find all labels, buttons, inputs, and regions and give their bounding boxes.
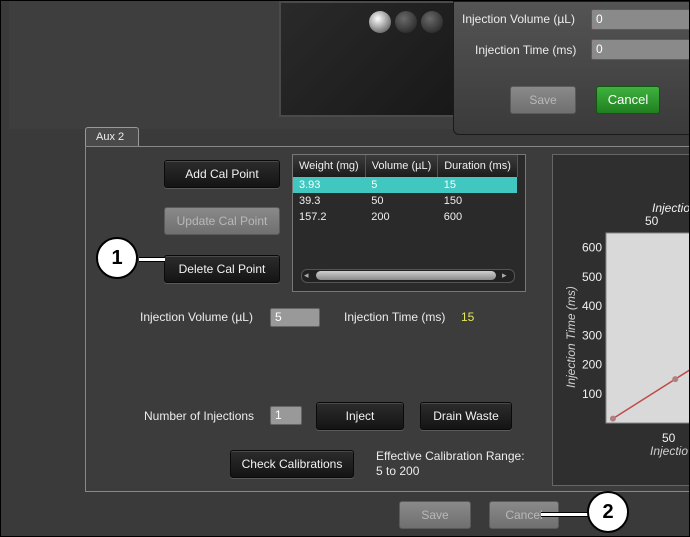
calibration-chart-panel: Injectio 50 Injection Time (ms) 50 Injec… (552, 154, 690, 486)
table-cell: 150 (443, 195, 463, 207)
chart-data-point (672, 376, 679, 383)
table-cell: 3.93 (293, 177, 366, 193)
calibration-range-value: 5 to 200 (376, 464, 420, 478)
table-cell: 157.2 (299, 211, 327, 223)
chart-top-tick: 50 (645, 214, 659, 228)
scroll-left-icon[interactable]: ◂ (304, 270, 309, 281)
table-cell: 200 (371, 211, 390, 223)
scroll-right-icon[interactable]: ▸ (502, 270, 507, 281)
well-plate-icon (421, 11, 443, 33)
dialog-injection-volume-label: Injection Volume (µL) (462, 12, 575, 26)
number-of-injections-label: Number of Injections (144, 409, 255, 423)
chart-y-axis-label: Injection Time (ms) (564, 286, 578, 388)
save-button[interactable]: Save (399, 501, 471, 529)
chart-bottom-axis-label: Injectio (650, 444, 688, 458)
table-cell: 5 (365, 177, 438, 193)
add-cal-point-button[interactable]: Add Cal Point (164, 160, 280, 188)
chart-y-tick-label: 400 (582, 299, 602, 313)
callout-2: 2 (587, 491, 629, 533)
chart-y-tick-label: 600 (582, 241, 602, 255)
table-cell: 15 (437, 177, 518, 193)
well-plate-icon (395, 11, 417, 33)
update-cal-point-button[interactable]: Update Cal Point (164, 207, 280, 235)
column-header-volume[interactable]: Volume (µL) (365, 155, 439, 177)
table-horizontal-scrollbar[interactable]: ◂ ▸ (301, 269, 515, 283)
app-window: Injection Volume (µL) 0 Injection Time (… (0, 0, 690, 537)
chart-top-axis-label: Injectio (652, 201, 690, 215)
dialog-injection-time-label: Injection Time (ms) (475, 43, 577, 57)
chart-plot-area (605, 232, 689, 424)
table-row[interactable]: 157.2 200 600 (293, 209, 517, 225)
table-cell: 600 (443, 211, 463, 223)
aux-panel: Add Cal Point Update Cal Point Delete Ca… (85, 146, 690, 492)
scrollbar-thumb[interactable] (316, 271, 496, 280)
table-row[interactable]: 3.93 5 15 (293, 177, 518, 193)
table-cell: 39.3 (299, 195, 321, 207)
injection-volume-label: Injection Volume (µL) (140, 310, 253, 324)
calibration-table: Weight (mg) Volume (µL) Duration (ms) 3.… (292, 154, 526, 292)
check-calibrations-button[interactable]: Check Calibrations (230, 450, 354, 478)
column-header-weight[interactable]: Weight (mg) (293, 155, 366, 177)
chart-y-tick-label: 100 (582, 387, 602, 401)
dialog-save-button[interactable]: Save (510, 86, 576, 114)
dialog-cancel-button[interactable]: Cancel (596, 86, 660, 114)
aux-tab-label: Aux 2 (96, 131, 125, 143)
calibration-table-grid: Weight (mg) Volume (µL) Duration (ms) 3.… (293, 155, 518, 225)
calibration-chart: Injectio 50 Injection Time (ms) 50 Injec… (564, 201, 690, 458)
aux-tab[interactable]: Aux 2 (85, 127, 139, 148)
injection-time-label: Injection Time (ms) (344, 310, 446, 324)
table-row[interactable]: 39.3 50 150 (293, 193, 517, 209)
table-cell: 50 (371, 195, 384, 207)
well-plate-icon (369, 11, 391, 33)
drain-waste-button[interactable]: Drain Waste (420, 402, 512, 430)
chart-y-tick-label: 300 (582, 328, 602, 342)
chart-bottom-tick: 50 (662, 431, 676, 445)
chart-data-point (609, 415, 616, 422)
inject-button[interactable]: Inject (316, 402, 404, 430)
callout-1-leader (139, 257, 165, 262)
chart-y-tick-label: 200 (582, 358, 602, 372)
dialog-injection-volume-field[interactable]: 0 (591, 9, 689, 30)
injection-dialog: Injection Volume (µL) 0 Injection Time (… (453, 1, 689, 135)
injection-volume-field[interactable]: 5 (270, 308, 320, 327)
injection-time-value: 15 (461, 310, 475, 324)
callout-2-leader (541, 512, 589, 517)
callout-1: 1 (96, 237, 138, 279)
dialog-injection-time-field[interactable]: 0 (591, 39, 689, 60)
number-of-injections-field[interactable]: 1 (270, 406, 302, 425)
calibration-range-label: Effective Calibration Range: (376, 449, 525, 463)
column-header-duration[interactable]: Duration (ms) (437, 155, 518, 177)
chart-y-tick-label: 500 (582, 270, 602, 284)
delete-cal-point-button[interactable]: Delete Cal Point (164, 255, 280, 283)
